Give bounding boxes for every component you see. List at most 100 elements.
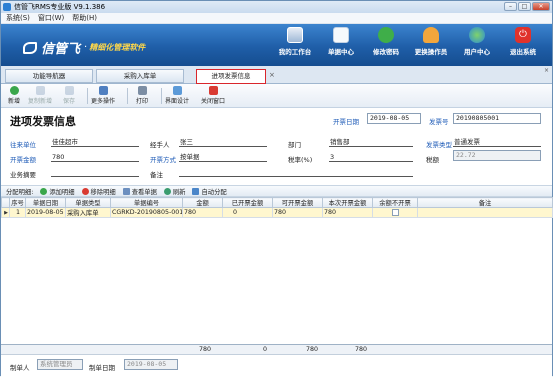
tab-close-icon[interactable]: × xyxy=(269,71,275,79)
nav-switch-operator[interactable]: 更换操作员 xyxy=(413,27,449,65)
menu-help[interactable]: 帮助(H) xyxy=(72,13,97,23)
nav-documents[interactable]: 单据中心 xyxy=(323,27,359,65)
document-list-icon xyxy=(333,27,349,43)
refresh-button[interactable]: 刷新 xyxy=(163,187,185,196)
invoice-date-field[interactable]: 2019-08-05 xyxy=(367,113,421,124)
print-button[interactable]: 打印 xyxy=(136,86,148,106)
vendor-label: 往来单位 xyxy=(10,141,36,149)
auto-assign-icon xyxy=(192,187,200,195)
close-button[interactable]: ✕ xyxy=(532,2,550,11)
tab-bar: 功能导航器 采购入库单 进项发票信息 × × xyxy=(1,66,552,84)
printer-icon xyxy=(137,86,147,95)
app-logo-icon xyxy=(3,3,11,11)
view-icon xyxy=(122,187,130,195)
total-billed: 0 xyxy=(263,346,268,353)
make-date-label: 制单日期 xyxy=(89,364,115,372)
col-type[interactable]: 单据类型 xyxy=(65,197,111,208)
remark-field[interactable] xyxy=(179,167,413,177)
page-title: 进项发票信息 xyxy=(10,115,76,128)
chevron-down-icon xyxy=(98,86,108,95)
tab-nav[interactable]: 功能导航器 xyxy=(5,69,93,83)
dept-label: 部门 xyxy=(288,141,301,149)
nav-exit[interactable]: ⏻ 退出系统 xyxy=(505,27,541,65)
key-icon xyxy=(378,27,394,43)
window-title: 信管飞RMS专业版 V9.1.386 xyxy=(14,3,106,11)
invoice-date-label: 开票日期 xyxy=(333,118,359,126)
maximize-button[interactable]: □ xyxy=(518,2,531,11)
add-icon xyxy=(9,86,19,95)
invoice-no-field[interactable]: 20190805001 xyxy=(453,113,541,124)
nav-user-center[interactable]: 用户中心 xyxy=(459,27,495,65)
col-billed[interactable]: 已开票金额 xyxy=(222,197,273,208)
refresh-icon xyxy=(163,187,171,195)
save-button[interactable]: 保存 xyxy=(63,86,75,106)
col-billable[interactable]: 可开票金额 xyxy=(272,197,323,208)
user-icon xyxy=(423,27,439,43)
handler-label: 经手人 xyxy=(150,141,170,149)
title-bar: 信管飞RMS专业版 V9.1.386 – □ ✕ xyxy=(1,1,552,13)
method-label: 开票方式 xyxy=(150,156,176,164)
totals-row: 780 0 780 780 xyxy=(1,345,552,355)
copy-new-button[interactable]: 复制新增 xyxy=(28,86,52,106)
menu-system[interactable]: 系统(S) xyxy=(6,13,30,23)
col-current[interactable]: 本次开票金额 xyxy=(322,197,373,208)
new-button[interactable]: 新增 xyxy=(8,86,20,106)
handler-field[interactable]: 张三 xyxy=(179,137,267,147)
brand-logo: 信管飞 · 精细化管理软件 xyxy=(23,38,145,57)
vendor-field[interactable]: 佳佳超市 xyxy=(51,137,139,147)
add-detail-button[interactable]: 添加明细 xyxy=(40,187,75,196)
table-header: 序号 单据日期 单据类型 单据编号 金额 已开票金额 可开票金额 本次开票金额 … xyxy=(1,197,553,208)
copy-icon xyxy=(35,86,45,95)
minimize-button[interactable]: – xyxy=(504,2,517,11)
tab-purchase-receipt[interactable]: 采购入库单 xyxy=(96,69,184,83)
globe-icon xyxy=(469,27,485,43)
remark-label: 备注 xyxy=(150,171,163,179)
col-remark[interactable]: 备注 xyxy=(417,197,553,208)
brand-slogan: 精细化管理软件 xyxy=(89,43,146,52)
auto-assign-button[interactable]: 自动分配 xyxy=(192,187,227,196)
toolbar: 新增 复制新增 保存 更多操作 打印 界面设计 关闭窗口 xyxy=(1,84,552,108)
biz-summary-field[interactable] xyxy=(51,167,139,177)
invoice-type-field[interactable]: 普通发票 xyxy=(453,137,541,147)
close-icon xyxy=(208,86,218,95)
no-invoice-checkbox[interactable] xyxy=(372,207,418,218)
invoice-no-label: 发票号 xyxy=(429,118,449,126)
nav-workbench[interactable]: 我的工作台 xyxy=(277,27,313,65)
invoice-form: 往来单位 佳佳超市 经手人 张三 部门 销售部 发票类型 普通发票 开票金额 7… xyxy=(1,128,552,185)
invoice-type-label: 发票类型 xyxy=(426,141,452,149)
method-field[interactable]: 按单据 xyxy=(179,152,267,162)
make-date-field: 2019-08-05 xyxy=(124,359,178,370)
maker-field: 系统管理员 xyxy=(37,359,83,370)
menu-bar: 系统(S) 窗口(W) 帮助(H) xyxy=(1,13,552,24)
amount-field[interactable]: 780 xyxy=(51,152,139,162)
table-row[interactable]: ▶ 1 2019-08-05 采购入库单 CGRKD-20190805-0013… xyxy=(1,207,553,218)
save-icon xyxy=(64,86,74,95)
app-window: 信管飞RMS专业版 V9.1.386 – □ ✕ 系统(S) 窗口(W) 帮助(… xyxy=(0,0,553,377)
close-window-button[interactable]: 关闭窗口 xyxy=(201,86,225,106)
col-code[interactable]: 单据编号 xyxy=(110,197,183,208)
brand-name: 信管飞 xyxy=(41,42,81,57)
col-no-invoice[interactable]: 余额不开票 xyxy=(372,197,418,208)
total-current: 780 xyxy=(355,346,368,353)
col-date[interactable]: 单据日期 xyxy=(25,197,66,208)
remove-detail-button[interactable]: 移除明细 xyxy=(81,187,116,196)
col-no[interactable]: 序号 xyxy=(9,197,26,208)
dept-field[interactable]: 销售部 xyxy=(329,137,413,147)
tax-label: 税额 xyxy=(426,156,439,164)
tax-field: 22.72 xyxy=(453,150,541,161)
monitor-icon xyxy=(287,27,303,43)
power-icon: ⏻ xyxy=(515,27,531,43)
col-amount[interactable]: 金额 xyxy=(182,197,223,208)
header-banner: 信管飞 · 精细化管理软件 我的工作台 单据中心 修改密码 更换操作员 用户中心… xyxy=(1,24,552,66)
tabbar-close-icon[interactable]: × xyxy=(544,67,549,74)
layout-icon xyxy=(172,86,182,95)
nav-change-password[interactable]: 修改密码 xyxy=(368,27,404,65)
interface-design-button[interactable]: 界面设计 xyxy=(165,86,189,106)
biz-summary-label: 业务摘要 xyxy=(10,171,36,179)
more-actions-button[interactable]: 更多操作 xyxy=(91,86,115,106)
tax-rate-field[interactable]: 3 xyxy=(329,152,413,162)
tab-input-invoice[interactable]: 进项发票信息 xyxy=(196,69,266,84)
view-document-button[interactable]: 查看单据 xyxy=(122,187,157,196)
maker-label: 制单人 xyxy=(10,364,30,372)
menu-window[interactable]: 窗口(W) xyxy=(38,13,64,23)
